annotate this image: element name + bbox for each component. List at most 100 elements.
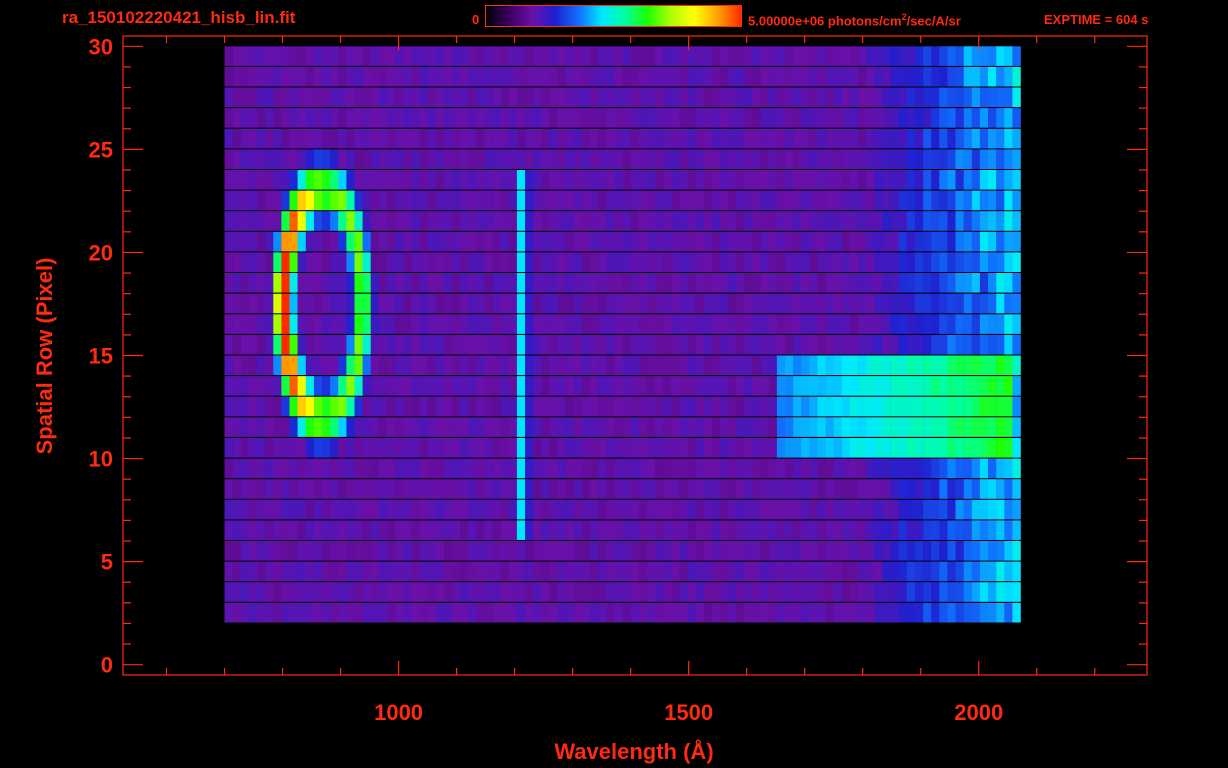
- image-cell: [858, 66, 867, 87]
- image-cell: [914, 46, 924, 66]
- image-cell: [484, 293, 493, 314]
- image-cell: [305, 541, 315, 561]
- image-cell: [476, 376, 485, 396]
- image-cell: [703, 334, 713, 355]
- image-cell: [565, 376, 575, 396]
- image-cell: [322, 334, 331, 355]
- image-cell: [671, 170, 680, 190]
- image-cell: [443, 438, 453, 458]
- image-cell: [825, 417, 834, 437]
- image-cell: [1004, 396, 1013, 417]
- image-cell: [370, 602, 380, 623]
- image-cell: [435, 561, 445, 582]
- image-cell: [581, 128, 591, 149]
- image-cell: [979, 602, 989, 623]
- image-cell: [655, 479, 664, 499]
- image-cell: [419, 334, 428, 355]
- image-cell: [435, 417, 445, 437]
- image-cell: [525, 417, 534, 437]
- image-cell: [565, 87, 575, 108]
- image-cell: [362, 438, 371, 458]
- image-cell: [224, 334, 233, 355]
- image-cell: [387, 582, 396, 602]
- y-tick-label: 10: [89, 447, 113, 472]
- image-cell: [687, 190, 696, 211]
- image-cell: [817, 602, 826, 623]
- image-cell: [979, 334, 989, 355]
- image-cell: [427, 87, 436, 108]
- image-cell: [955, 438, 964, 458]
- image-cell: [988, 561, 997, 582]
- image-cell: [419, 520, 428, 540]
- image-cell: [387, 438, 396, 458]
- image-cell: [427, 149, 436, 169]
- image-cell: [516, 438, 526, 458]
- image-cell: [354, 355, 363, 376]
- image-cell: [468, 314, 477, 334]
- image-cell: [452, 273, 461, 293]
- image-cell: [760, 66, 769, 87]
- image-cell: [776, 128, 786, 149]
- image-cell: [614, 149, 623, 169]
- image-cell: [411, 273, 420, 293]
- image-cell: [395, 108, 404, 128]
- image-cell: [338, 355, 347, 376]
- image-cell: [289, 314, 298, 334]
- image-cell: [452, 252, 461, 272]
- image-cell: [711, 314, 721, 334]
- image-cell: [760, 170, 769, 190]
- image-cell: [387, 396, 396, 417]
- image-cell: [939, 108, 948, 128]
- image-cell: [890, 541, 899, 561]
- image-cell: [403, 170, 412, 190]
- image-cell: [817, 479, 826, 499]
- image-cell: [346, 87, 355, 108]
- image-cell: [890, 252, 899, 272]
- image-cell: [370, 376, 380, 396]
- image-cell: [403, 293, 412, 314]
- image-cell: [492, 438, 501, 458]
- image-cell: [606, 211, 615, 231]
- image-cell: [330, 561, 339, 582]
- image-cell: [565, 66, 575, 87]
- image-cell: [801, 211, 810, 231]
- image-cell: [850, 458, 859, 479]
- image-cell: [728, 87, 737, 108]
- image-cell: [874, 66, 883, 87]
- image-cell: [882, 355, 891, 376]
- image-cell: [988, 170, 997, 190]
- image-cell: [598, 334, 607, 355]
- image-cell: [338, 149, 347, 169]
- image-cell: [663, 231, 672, 252]
- image-cell: [273, 479, 282, 499]
- image-cell: [622, 499, 631, 520]
- image-cell: [711, 541, 721, 561]
- image-cell: [419, 479, 428, 499]
- image-cell: [971, 231, 981, 252]
- image-cell: [711, 149, 721, 169]
- image-cell: [265, 293, 274, 314]
- image-cell: [687, 499, 696, 520]
- image-cell: [354, 108, 363, 128]
- image-cell: [858, 293, 867, 314]
- image-cell: [833, 334, 843, 355]
- image-cell: [728, 149, 737, 169]
- image-cell: [533, 252, 542, 272]
- image-cell: [622, 273, 631, 293]
- image-cell: [565, 602, 575, 623]
- image-cell: [614, 582, 623, 602]
- image-cell: [988, 273, 997, 293]
- image-cell: [825, 499, 834, 520]
- image-cell: [971, 396, 981, 417]
- image-cell: [866, 314, 875, 334]
- image-cell: [492, 273, 501, 293]
- image-cell: [387, 417, 396, 437]
- image-cell: [1004, 293, 1013, 314]
- image-cell: [338, 417, 347, 437]
- image-cell: [671, 355, 680, 376]
- image-cell: [362, 170, 371, 190]
- image-cell: [435, 355, 445, 376]
- image-cell: [590, 314, 599, 334]
- image-cell: [760, 355, 769, 376]
- image-cell: [525, 396, 534, 417]
